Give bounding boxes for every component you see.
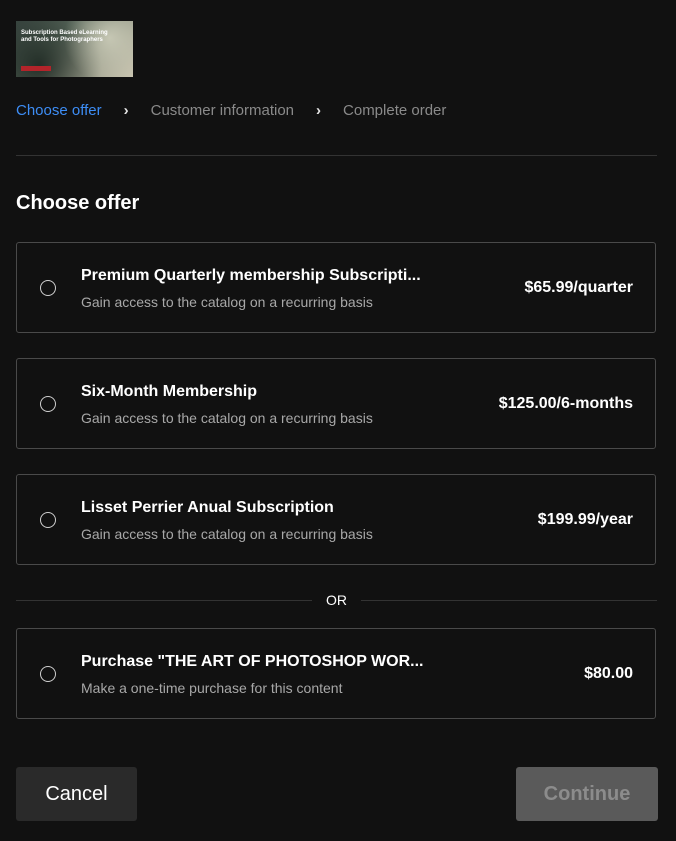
checkout-steps: Choose offer › Customer information › Co… (16, 100, 446, 120)
offer-description: Gain access to the catalog on a recurrin… (81, 526, 373, 542)
offer-price: $199.99/year (537, 511, 633, 528)
offer-title: Premium Quarterly membership Subscripti.… (81, 267, 421, 284)
offer-price: $80.00 (584, 665, 633, 682)
cancel-button[interactable]: Cancel (16, 767, 137, 821)
step-customer-information: Customer information (150, 101, 295, 119)
offer-option-purchase[interactable]: Purchase "THE ART OF PHOTOSHOP WOR... Ma… (16, 628, 656, 719)
offer-description: Gain access to the catalog on a recurrin… (81, 410, 373, 426)
step-complete-order: Complete order (343, 101, 447, 119)
offer-option-quarterly[interactable]: Premium Quarterly membership Subscripti.… (16, 242, 656, 333)
offer-option-six-month[interactable]: Six-Month Membership Gain access to the … (16, 358, 656, 449)
offer-title: Lisset Perrier Anual Subscription (81, 499, 334, 516)
offer-thumbnail: Subscription Based eLearning and Tools f… (16, 21, 133, 77)
chevron-right-icon: › (316, 101, 322, 119)
radio-button[interactable] (40, 666, 56, 682)
or-separator: OR (16, 591, 657, 611)
offer-description: Gain access to the catalog on a recurrin… (81, 294, 373, 310)
separator-line (361, 600, 657, 601)
thumbnail-badge (21, 66, 51, 71)
page-title: Choose offer (16, 192, 140, 214)
chevron-right-icon: › (123, 101, 129, 119)
offer-title: Purchase "THE ART OF PHOTOSHOP WOR... (81, 653, 424, 670)
header-divider (16, 155, 657, 156)
offer-option-annual[interactable]: Lisset Perrier Anual Subscription Gain a… (16, 474, 656, 565)
radio-button[interactable] (40, 396, 56, 412)
offer-price: $65.99/quarter (524, 279, 633, 296)
continue-button[interactable]: Continue (516, 767, 658, 821)
radio-button[interactable] (40, 512, 56, 528)
offer-title: Six-Month Membership (81, 383, 258, 400)
step-choose-offer[interactable]: Choose offer (16, 102, 102, 119)
offer-price: $125.00/6-months (498, 395, 633, 412)
thumbnail-caption: Subscription Based eLearning and Tools f… (21, 30, 108, 43)
offer-description: Make a one-time purchase for this conten… (81, 680, 343, 696)
radio-button[interactable] (40, 280, 56, 296)
